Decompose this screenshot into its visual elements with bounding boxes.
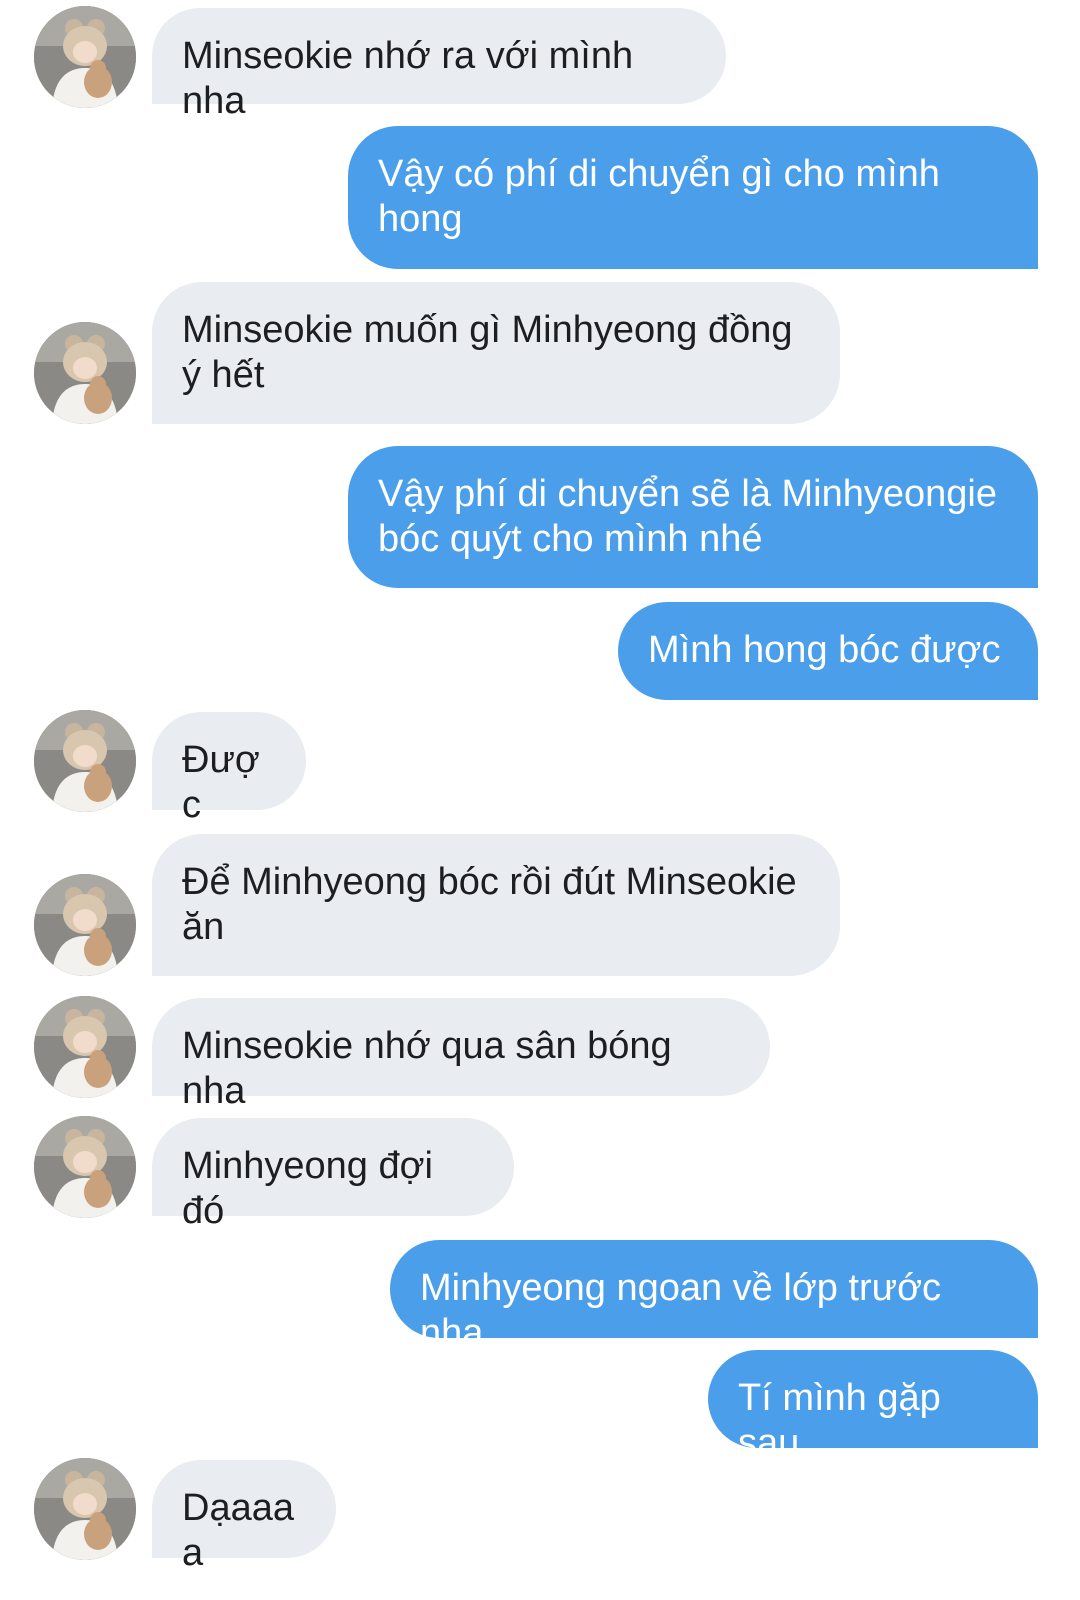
avatar[interactable] (34, 874, 136, 976)
avatar-photo-icon (34, 996, 136, 1098)
avatar-photo-icon (34, 322, 136, 424)
message-bubble-outgoing[interactable]: Vậy có phí di chuyển gì cho mình hong (348, 126, 1038, 269)
avatar[interactable] (34, 1458, 136, 1560)
avatar-photo-icon (34, 1458, 136, 1560)
chat-thread: Minseokie nhớ ra với mình nha Vậy có phí… (0, 0, 1080, 1600)
message-bubble-outgoing[interactable]: Tí mình gặp sau (708, 1350, 1038, 1464)
avatar-photo-icon (34, 1116, 136, 1218)
avatar[interactable] (34, 996, 136, 1098)
avatar[interactable] (34, 710, 136, 812)
message-bubble-incoming[interactable]: Minseokie nhớ ra với mình nha (152, 8, 726, 122)
avatar[interactable] (34, 322, 136, 424)
message-bubble-incoming[interactable]: Dạaaaa (152, 1460, 336, 1574)
avatar-photo-icon (34, 6, 136, 108)
avatar-photo-icon (34, 710, 136, 812)
message-bubble-incoming[interactable]: Minseokie nhớ qua sân bóng nha (152, 998, 770, 1112)
message-bubble-incoming[interactable]: Minseokie muốn gì Minhyeong đồng ý hết (152, 282, 840, 424)
message-bubble-incoming[interactable]: Được (152, 712, 306, 826)
message-bubble-incoming[interactable]: Để Minhyeong bóc rồi đút Minseokie ăn (152, 834, 840, 976)
message-bubble-outgoing[interactable]: Mình hong bóc được (618, 602, 1038, 700)
avatar-photo-icon (34, 874, 136, 976)
message-bubble-outgoing[interactable]: Vậy phí di chuyển sẽ là Minhyeongie bóc … (348, 446, 1038, 588)
message-bubble-incoming[interactable]: Minhyeong đợi đó (152, 1118, 514, 1232)
message-bubble-outgoing[interactable]: Minhyeong ngoan về lớp trước nha (390, 1240, 1038, 1354)
avatar[interactable] (34, 6, 136, 108)
avatar[interactable] (34, 1116, 136, 1218)
